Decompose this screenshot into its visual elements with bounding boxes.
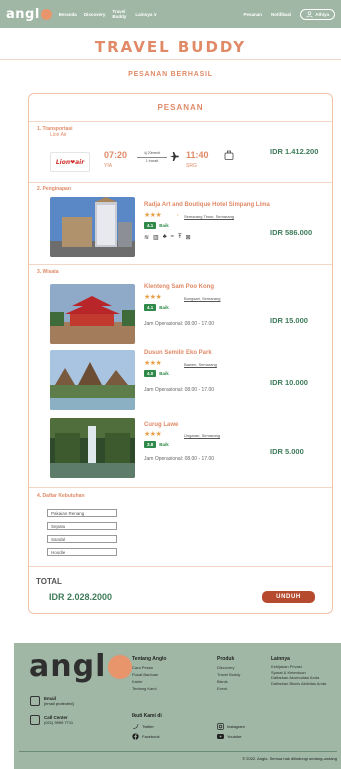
logo-o-icon	[40, 8, 52, 20]
wifi-icon: ≋	[144, 235, 150, 241]
restaurant-icon: ♣	[162, 234, 167, 240]
tourism-image-3	[50, 418, 135, 478]
tourism-price-1: IDR 15.000	[270, 316, 308, 325]
departure-time: 07:20	[104, 150, 128, 160]
divider	[29, 566, 332, 567]
section-tourism-label: 3. Wisata	[37, 269, 59, 275]
nav-lainnya[interactable]: Lainnya ∨	[135, 12, 157, 17]
flight-duration: 4j 20menit 1 transit	[137, 151, 167, 164]
footer-col-about: Tentang Anglo Cara Pesan Pusat Bantuan K…	[132, 656, 167, 691]
tourism-hours-2: Jam Operasional: 08.00 - 17.00	[144, 387, 215, 393]
need-item-4[interactable]: Hoodie	[47, 548, 117, 556]
footer: angl Email [email protected] Call Center(…	[14, 643, 341, 769]
email-icon	[30, 696, 40, 706]
hotel-rating: 4.1 Baik	[144, 222, 169, 229]
tourism-image-2	[50, 350, 135, 410]
tourism-image-1	[50, 284, 135, 344]
divider	[0, 59, 341, 60]
divider	[29, 182, 332, 183]
transport-price: IDR 1.412.200	[270, 147, 319, 156]
nav-pesanan[interactable]: Pesanan	[243, 12, 262, 17]
arrival-time: 11:40	[186, 150, 209, 160]
user-menu[interactable]: Athiya	[300, 8, 335, 20]
nav-discovery[interactable]: Discovery	[84, 12, 106, 17]
arrival-airport: SRG	[186, 163, 197, 169]
tourism-hours-3: Jam Operasional: 08.00 - 17.00	[144, 456, 215, 462]
logo[interactable]: angl	[6, 7, 52, 22]
logo-o-icon	[108, 654, 133, 679]
total-label: TOTAL	[36, 577, 62, 586]
tourism-stars-3: ★★★	[144, 431, 162, 438]
divider	[29, 487, 332, 488]
tourism-hours-1: Jam Operasional: 08.00 - 17.00	[144, 321, 215, 327]
hotel-name: Radja Art and Boutique Hotel Simpang Lim…	[144, 202, 270, 208]
navbar: angl Beranda Discovery Travel Buddy Lain…	[0, 0, 341, 28]
phone-icon	[30, 715, 40, 725]
facebook-icon	[132, 733, 139, 740]
order-heading: PESANAN	[157, 103, 204, 112]
social-facebook[interactable]: Facebook	[132, 733, 160, 740]
airline-name: Lion Air	[50, 132, 67, 138]
hotel-location[interactable]: Semarang Timur, Semarang	[184, 214, 234, 219]
divider	[29, 264, 332, 265]
tourism-location-2[interactable]: Bawen, Semarang	[184, 362, 217, 367]
footer-divider	[19, 751, 337, 752]
tourism-price-2: IDR 10.000	[270, 378, 308, 387]
footer-col-product: Produk Discovery Travel Buddy Bisnis Eve…	[217, 656, 241, 691]
download-button[interactable]: UNDUH	[262, 591, 315, 603]
need-item-3[interactable]: Sandal	[47, 535, 117, 543]
section-needs-label: 4. Daftar Kebutuhan	[37, 493, 85, 499]
ac-icon: ⊠	[185, 235, 191, 241]
hotel-stars: ★★★	[144, 212, 162, 219]
nav-travel-buddy[interactable]: Travel Buddy	[112, 9, 128, 19]
social-twitter[interactable]: Twitter	[132, 723, 154, 730]
baggage-icon	[224, 150, 234, 160]
success-title: PESANAN BERHASIL	[128, 71, 213, 78]
need-item-1[interactable]: Pakaian Renang	[47, 509, 117, 517]
callcenter-contact: Call Center (021) 9999 7711	[30, 715, 73, 725]
hotel-image	[50, 197, 135, 257]
tourism-name-1: Klenteng Sam Poo Kong	[144, 284, 215, 290]
nav-notifikasi[interactable]: Notifikasi	[271, 12, 291, 17]
hotel-amenities: ≋ ▥ ♣ ≈ Ŧ ⊠	[144, 234, 191, 241]
user-icon	[306, 10, 313, 18]
bar-icon: Ŧ	[177, 234, 182, 240]
lodging-price: IDR 586.000	[270, 228, 313, 237]
tourism-location-3[interactable]: Ungaran, Semarang	[184, 433, 220, 438]
total-value: IDR 2.028.2000	[49, 592, 113, 602]
instagram-icon	[217, 723, 224, 730]
tourism-rating-2: 4.0 Baik	[144, 370, 169, 377]
tourism-rating-1: 4.1 Baik	[144, 304, 169, 311]
social-youtube[interactable]: Youtube	[217, 733, 242, 740]
airplane-icon	[170, 152, 179, 161]
tourism-rating-3: 3.8 Baik	[144, 441, 169, 448]
location-pin-icon: •	[177, 212, 179, 217]
tourism-location-1[interactable]: Bongsari, Semarang	[184, 296, 220, 301]
footer-logo[interactable]: angl	[29, 649, 133, 684]
user-name: Athiya	[315, 11, 329, 17]
section-lodging-label: 2. Penginapan	[37, 186, 71, 192]
order-card: PESANAN 1. Transportasi Lion Air Lion❤ai…	[28, 93, 333, 614]
pool-icon: ≈	[170, 234, 174, 240]
follow-title: Ikuti Kami di	[132, 713, 162, 719]
footer-col-others: Lainnya Kebijakan Privasi Syarat & Keten…	[271, 656, 327, 686]
airline-logo: Lion❤air	[50, 152, 90, 172]
need-item-2[interactable]: Sepatu	[47, 522, 117, 530]
tourism-name-3: Curug Lawe	[144, 422, 179, 428]
twitter-icon	[132, 724, 139, 729]
social-instagram[interactable]: Instagram	[217, 723, 245, 730]
email-contact: Email [email protected]	[30, 696, 74, 706]
divider	[29, 121, 332, 122]
building-icon: ▥	[153, 235, 159, 241]
tourism-price-3: IDR 5.000	[270, 447, 304, 456]
copyright: © 2022. Anglo. Semua hak dilindungi unda…	[242, 756, 337, 761]
tourism-stars-2: ★★★	[144, 360, 162, 367]
youtube-icon	[217, 734, 224, 739]
departure-airport: YIA	[104, 163, 113, 169]
tourism-stars-1: ★★★	[144, 294, 162, 301]
nav-beranda[interactable]: Beranda	[59, 12, 77, 17]
page-title: TRAVEL BUDDY	[94, 38, 247, 56]
tourism-name-2: Dusun Semilir Eko Park	[144, 350, 212, 356]
